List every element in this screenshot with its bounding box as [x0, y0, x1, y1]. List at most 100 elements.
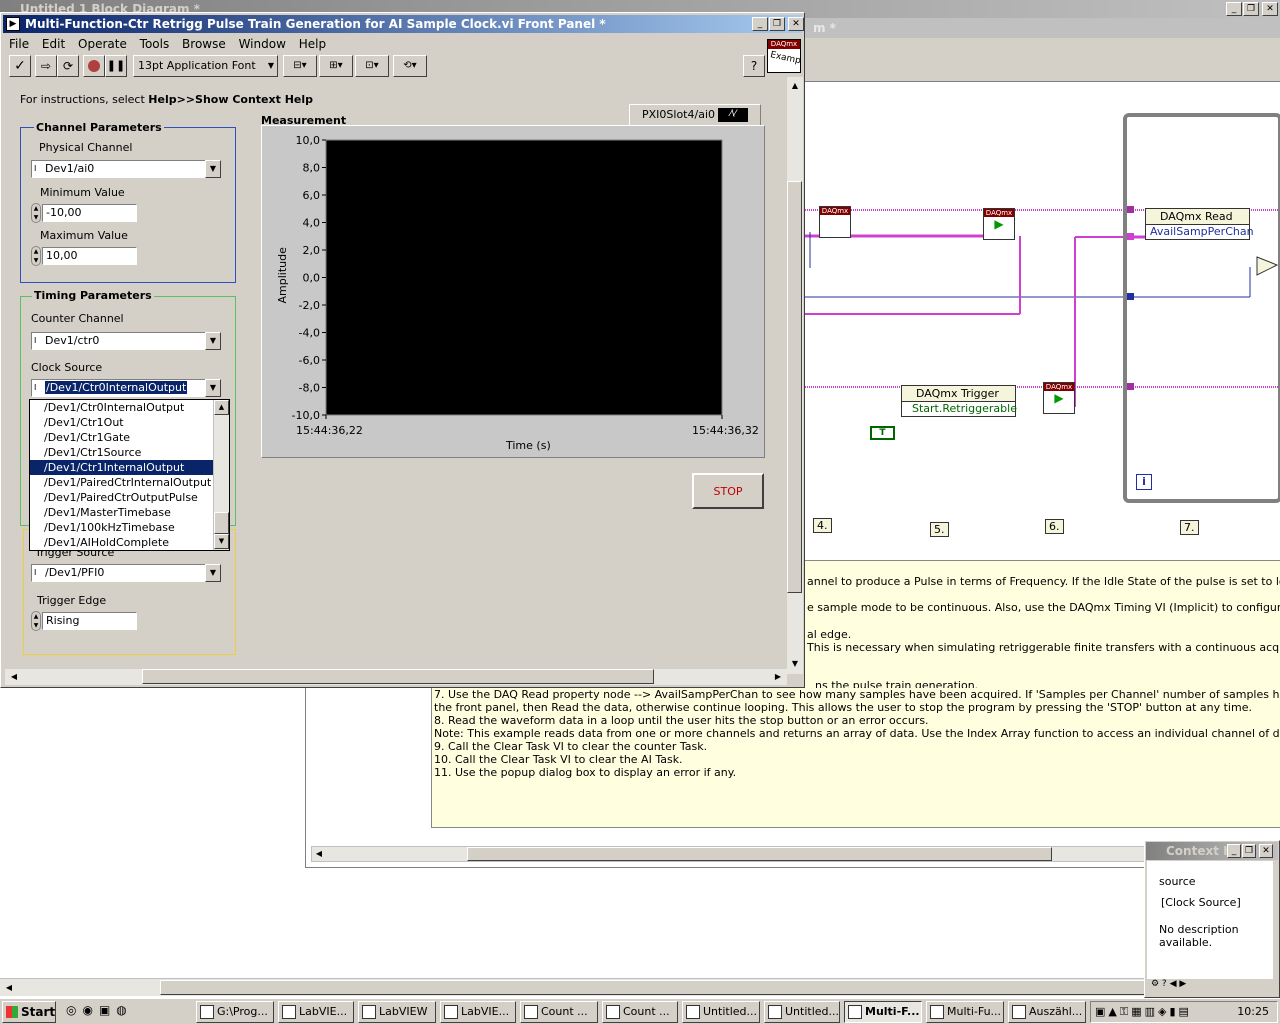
scroll-thumb[interactable]	[467, 847, 1052, 861]
bd-minimize-button[interactable]: _	[1226, 2, 1242, 16]
dropdown-option[interactable]: /Dev1/Ctr1InternalOutput	[30, 460, 213, 475]
taskbar-button[interactable]: LabVIE...	[440, 1001, 516, 1023]
fp-maximize-button[interactable]: ❐	[769, 17, 785, 31]
scroll-thumb[interactable]	[214, 512, 229, 534]
abort-icon[interactable]	[83, 55, 105, 77]
fp-minimize-button[interactable]: _	[752, 17, 768, 31]
taskbar-button[interactable]: G:\Prog...	[196, 1001, 274, 1023]
menu-edit[interactable]: Edit	[42, 37, 65, 51]
ch-maximize-button[interactable]: ❐	[1242, 844, 1256, 858]
scroll-left-icon[interactable]: ◀	[2, 981, 16, 995]
scroll-left-icon[interactable]: ◀	[312, 847, 326, 861]
note-line-4: Note: This example reads data from one o…	[434, 727, 1280, 740]
daqmx-trigger-node[interactable]: DAQmx Trigger Start.Retriggerable	[901, 385, 1017, 417]
front-panel-titlebar[interactable]: ▶ Multi-Function-Ctr Retrigg Pulse Train…	[3, 15, 802, 33]
stop-button[interactable]: STOP	[692, 473, 764, 509]
tray-icons[interactable]: ▣▲⚿▦▥◈▮▤	[1095, 1002, 1192, 1022]
dropdown-option[interactable]: /Dev1/Ctr0InternalOutput	[30, 400, 213, 415]
clock-source-dropdown[interactable]: ▼	[205, 379, 221, 397]
min-value-input[interactable]: -10,00	[42, 204, 137, 222]
app-icon	[768, 1005, 782, 1019]
daqmx-node-3[interactable]: DAQmx ▶	[1043, 382, 1075, 414]
app-icon	[524, 1005, 538, 1019]
menu-operate[interactable]: Operate	[78, 37, 127, 51]
align-objects-icon[interactable]: ⊟▾	[283, 55, 317, 77]
taskbar-button[interactable]: Multi-Fu...	[926, 1001, 1004, 1023]
bd-lower-hscroll[interactable]: ◀	[311, 846, 1161, 862]
fp-hscroll[interactable]: ◀ ▶	[5, 669, 787, 685]
dropdown-scrollbar[interactable]: ▲ ▼	[213, 400, 229, 550]
fp-vscroll[interactable]: ▲ ▼	[787, 77, 803, 674]
fp-close-button[interactable]: ✕	[788, 17, 804, 31]
physical-channel-dropdown[interactable]: ▼	[205, 160, 221, 178]
daqmx-read-node[interactable]: DAQmx Read AvailSampPerChan	[1145, 208, 1254, 240]
reorder-icon[interactable]: ⟲▾	[393, 55, 427, 77]
taskbar-button[interactable]: Auszähl...	[1008, 1001, 1086, 1023]
dropdown-option[interactable]: /Dev1/PairedCtrOutputPulse	[30, 490, 213, 505]
true-constant[interactable]: T	[870, 426, 895, 440]
scroll-thumb[interactable]	[142, 669, 654, 684]
taskbar-button[interactable]: Untitled...	[764, 1001, 840, 1023]
taskbar-button[interactable]: Count ...	[602, 1001, 678, 1023]
ch-minimize-button[interactable]: _	[1227, 844, 1241, 858]
run-continuous-icon[interactable]: ⟳	[57, 55, 79, 77]
dropdown-option[interactable]: /Dev1/Ctr1Gate	[30, 430, 213, 445]
trigger-source-dropdown[interactable]: ▼	[205, 564, 221, 582]
menu-file[interactable]: File	[9, 37, 29, 51]
pause-icon[interactable]: ❚❚	[105, 55, 127, 77]
scroll-up-icon[interactable]: ▲	[214, 400, 229, 415]
taskbar-button[interactable]: LabVIE...	[278, 1001, 354, 1023]
physical-channel-input[interactable]: I Dev1/ai0	[31, 160, 206, 178]
taskbar-button[interactable]: Untitled...	[682, 1001, 760, 1023]
bd-canvas[interactable]: DAQmx DAQmx ▶ DAQmx ▶ DAQmx Read AvailSa…	[805, 82, 1280, 560]
clock-source-input[interactable]: I /Dev1/Ctr0InternalOutput	[31, 379, 206, 397]
context-help-icon[interactable]: ?	[743, 55, 765, 77]
taskbar-button[interactable]: Multi-F...	[844, 1001, 922, 1023]
bd-maximize-button[interactable]: ❐	[1243, 2, 1259, 16]
scroll-thumb[interactable]	[787, 181, 802, 593]
dropdown-option[interactable]: /Dev1/AIHoldComplete	[30, 535, 213, 550]
loop-iteration-terminal[interactable]: i	[1136, 474, 1152, 490]
menu-window[interactable]: Window	[239, 37, 286, 51]
ch-close-button[interactable]: ✕	[1259, 844, 1273, 858]
font-select[interactable]: 13pt Application Font ▼	[133, 55, 278, 77]
menu-browse[interactable]: Browse	[182, 37, 226, 51]
scroll-left-icon[interactable]: ◀	[7, 670, 21, 684]
daqmx-node-2[interactable]: DAQmx ▶	[983, 208, 1015, 240]
max-value-input[interactable]: 10,00	[42, 247, 137, 265]
bd-main-hscroll[interactable]: ◀	[0, 978, 1280, 996]
counter-channel-dropdown[interactable]: ▼	[205, 332, 221, 350]
vi-icon[interactable]: DAQmx Exampl	[767, 39, 801, 73]
run-check-icon[interactable]: ✓	[9, 55, 31, 77]
dropdown-option[interactable]: /Dev1/Ctr1Out	[30, 415, 213, 430]
start-button[interactable]: Start	[2, 1001, 56, 1023]
trigger-source-input[interactable]: I /Dev1/PFI0	[31, 564, 206, 582]
dropdown-option[interactable]: /Dev1/Ctr1Source	[30, 445, 213, 460]
dropdown-option[interactable]: /Dev1/MasterTimebase	[30, 505, 213, 520]
bd-close-button[interactable]: ✕	[1262, 2, 1278, 16]
daqmx-node-1[interactable]: DAQmx	[819, 206, 851, 238]
context-help-footer[interactable]: ⚙ ? ◀ ▶	[1147, 979, 1273, 995]
scroll-up-icon[interactable]: ▲	[788, 79, 802, 93]
distribute-objects-icon[interactable]: ⊞▾	[319, 55, 353, 77]
plot-legend[interactable]: PXI0Slot4/ai0 ⁄\⁄	[629, 104, 761, 126]
taskbar-button[interactable]: LabVIEW	[358, 1001, 436, 1023]
run-arrow-icon[interactable]: ⇨	[35, 55, 57, 77]
scroll-right-icon[interactable]: ▶	[771, 670, 785, 684]
scroll-down-icon[interactable]: ▼	[214, 534, 229, 549]
menu-help[interactable]: Help	[299, 37, 326, 51]
quick-launch[interactable]: ◎◉▣◍	[66, 1003, 186, 1021]
scroll-down-icon[interactable]: ▼	[788, 657, 802, 671]
min-value-spinner[interactable]: ▲ ▼	[31, 203, 41, 223]
taskbar-button[interactable]: Count ...	[520, 1001, 598, 1023]
menu-tools[interactable]: Tools	[140, 37, 170, 51]
trigger-edge-spinner[interactable]: ▲ ▼	[31, 611, 41, 631]
counter-channel-input[interactable]: I Dev1/ctr0	[31, 332, 206, 350]
dropdown-option[interactable]: /Dev1/100kHzTimebase	[30, 520, 213, 535]
max-value-spinner[interactable]: ▲ ▼	[31, 246, 41, 266]
system-tray: ▣▲⚿▦▥◈▮▤ 10:25	[1090, 1001, 1278, 1023]
scroll-thumb[interactable]	[160, 980, 1145, 995]
trigger-edge-input[interactable]: Rising	[42, 612, 137, 630]
resize-objects-icon[interactable]: ⊡▾	[355, 55, 389, 77]
dropdown-option[interactable]: /Dev1/PairedCtrInternalOutput	[30, 475, 213, 490]
